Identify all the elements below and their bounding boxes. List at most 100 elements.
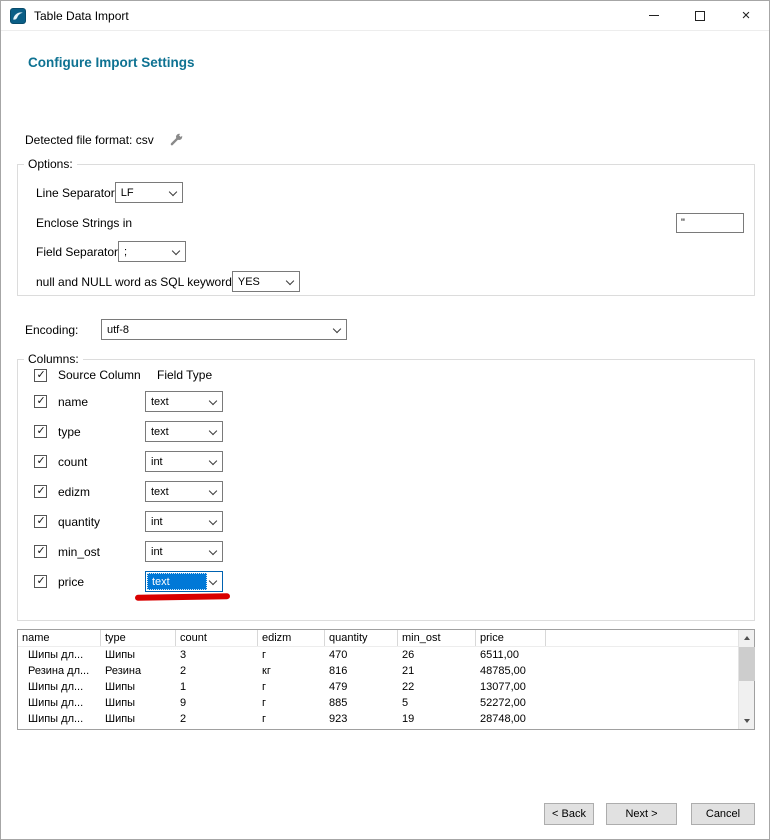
table-cell: Шипы дл... xyxy=(18,649,101,661)
scroll-up-button[interactable] xyxy=(739,630,755,646)
line-separator-label: Line Separator xyxy=(36,186,115,200)
columns-header-row: Source Column Field Type xyxy=(34,367,141,383)
column-name-label: count xyxy=(58,455,87,469)
wrench-icon[interactable] xyxy=(168,132,184,148)
column-name-label: edizm xyxy=(58,485,90,499)
column-row-type: type text xyxy=(34,421,47,442)
cancel-button[interactable]: Cancel xyxy=(691,803,755,825)
table-row: Шипы дл... Шипы 9 г 885 5 52272,00 xyxy=(18,695,738,711)
window-title: Table Data Import xyxy=(34,9,129,23)
table-data-import-window: { "window": { "title": "Table Data Impor… xyxy=(0,0,770,840)
table-cell: 3 xyxy=(176,649,258,661)
table-cell: 923 xyxy=(325,713,398,725)
null-keyword-label: null and NULL word as SQL keyword xyxy=(36,275,232,289)
maximize-icon xyxy=(695,11,705,21)
back-button[interactable]: < Back xyxy=(544,803,594,825)
table-cell: 816 xyxy=(325,665,398,677)
select-all-checkbox[interactable] xyxy=(34,369,47,382)
columns-groupbox: Columns: Source Column Field Type name t… xyxy=(17,359,755,621)
field-type-select[interactable]: int xyxy=(145,541,223,562)
chevron-down-icon xyxy=(209,517,217,525)
preview-header-cell: type xyxy=(101,630,176,646)
column-name-label: name xyxy=(58,395,88,409)
table-cell: 52272,00 xyxy=(476,697,546,709)
table-cell: 1 xyxy=(176,681,258,693)
preview-header-cell: min_ost xyxy=(398,630,476,646)
minimize-button[interactable] xyxy=(631,1,677,30)
column-checkbox[interactable] xyxy=(34,575,47,588)
field-type-select-price[interactable]: text xyxy=(145,571,223,592)
chevron-down-icon xyxy=(168,188,176,196)
preview-table: name type count edizm quantity min_ost p… xyxy=(17,629,755,730)
preview-header-cell: count xyxy=(176,630,258,646)
field-separator-row: Field Separator ; xyxy=(36,241,744,262)
table-cell: Резина дл... xyxy=(18,665,101,677)
column-row-name: name text xyxy=(34,391,47,412)
table-cell: кг xyxy=(258,665,325,677)
column-name-label: quantity xyxy=(58,515,100,529)
table-cell: 479 xyxy=(325,681,398,693)
table-cell: Шипы xyxy=(101,713,176,725)
column-checkbox[interactable] xyxy=(34,515,47,528)
options-group-label: Options: xyxy=(24,157,77,171)
enclose-strings-input[interactable]: " xyxy=(676,213,744,233)
table-cell: 2 xyxy=(176,665,258,677)
table-cell: 5 xyxy=(398,697,476,709)
enclose-strings-row: Enclose Strings in " xyxy=(36,212,744,233)
table-cell: 22 xyxy=(398,681,476,693)
preview-header-cell: name xyxy=(18,630,101,646)
close-icon: × xyxy=(742,8,751,23)
table-cell: 470 xyxy=(325,649,398,661)
column-row-edizm: edizm text xyxy=(34,481,47,502)
table-cell: 48785,00 xyxy=(476,665,546,677)
arrow-down-icon xyxy=(744,719,750,723)
null-keyword-select[interactable]: YES xyxy=(232,271,300,292)
table-cell: Шипы xyxy=(101,697,176,709)
line-separator-select[interactable]: LF xyxy=(115,182,183,203)
encoding-select[interactable]: utf-8 xyxy=(101,319,347,340)
chevron-down-icon xyxy=(209,427,217,435)
table-cell: 26 xyxy=(398,649,476,661)
table-cell: 19 xyxy=(398,713,476,725)
scrollbar-thumb[interactable] xyxy=(739,647,755,681)
maximize-button[interactable] xyxy=(677,1,723,30)
field-type-select[interactable]: text xyxy=(145,481,223,502)
column-checkbox[interactable] xyxy=(34,425,47,438)
field-type-select[interactable]: int xyxy=(145,451,223,472)
next-button[interactable]: Next > xyxy=(606,803,677,825)
chevron-down-icon xyxy=(209,487,217,495)
chevron-down-icon xyxy=(209,397,217,405)
preview-header-filler xyxy=(546,630,738,646)
line-separator-row: Line Separator LF xyxy=(36,182,744,203)
table-row: Шипы дл... Шипы 3 г 470 26 6511,00 xyxy=(18,647,738,663)
field-type-select[interactable]: text xyxy=(145,421,223,442)
close-button[interactable]: × xyxy=(723,1,769,30)
table-cell: Резина xyxy=(101,665,176,677)
table-row: Резина дл... Резина 2 кг 816 21 48785,00 xyxy=(18,663,738,679)
column-checkbox[interactable] xyxy=(34,545,47,558)
vertical-scrollbar[interactable] xyxy=(738,630,754,729)
column-checkbox[interactable] xyxy=(34,455,47,468)
field-type-select[interactable]: int xyxy=(145,511,223,532)
column-checkbox[interactable] xyxy=(34,485,47,498)
app-icon xyxy=(10,8,26,24)
column-name-label: type xyxy=(58,425,81,439)
column-checkbox[interactable] xyxy=(34,395,47,408)
preview-header-cell: price xyxy=(476,630,546,646)
encoding-row: Encoding: utf-8 xyxy=(25,319,347,340)
column-row-price: price text xyxy=(34,571,47,592)
table-cell: Шипы xyxy=(101,649,176,661)
field-type-select[interactable]: text xyxy=(145,391,223,412)
chevron-down-icon xyxy=(333,325,341,333)
detected-format-row: Detected file format: csv xyxy=(25,132,184,148)
column-row-min-ost: min_ost int xyxy=(34,541,47,562)
table-cell: 21 xyxy=(398,665,476,677)
column-name-label: price xyxy=(58,575,84,589)
enclose-strings-label: Enclose Strings in xyxy=(36,216,132,230)
preview-header-row: name type count edizm quantity min_ost p… xyxy=(18,630,738,647)
null-keyword-row: null and NULL word as SQL keyword YES xyxy=(36,271,744,292)
field-separator-select[interactable]: ; xyxy=(118,241,186,262)
detected-format-label: Detected file format: csv xyxy=(25,133,154,147)
scroll-down-button[interactable] xyxy=(739,713,755,729)
encoding-label: Encoding: xyxy=(25,323,101,337)
